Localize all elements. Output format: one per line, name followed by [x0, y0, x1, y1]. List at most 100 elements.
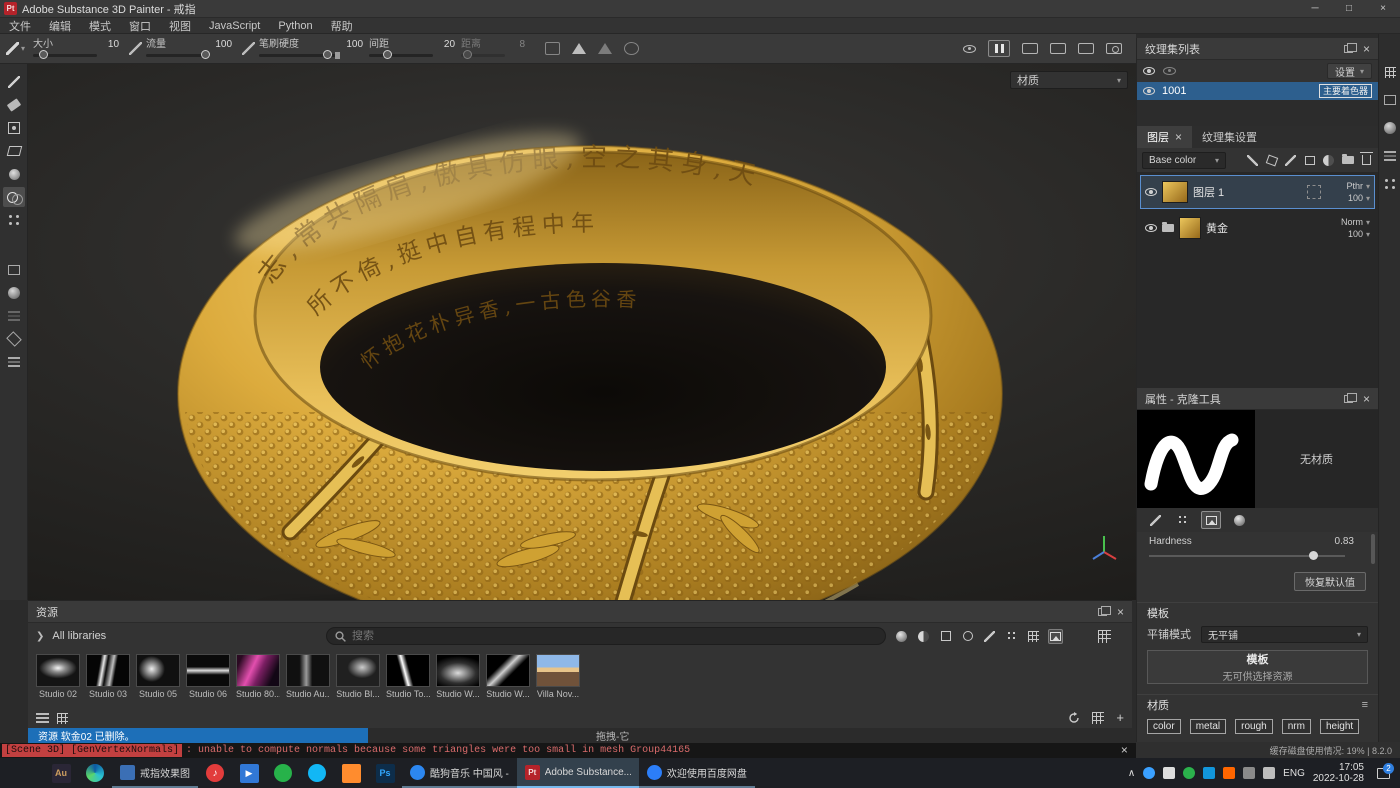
layer-row[interactable]: 图层 1 Pthr▾ 100▾ [1140, 175, 1375, 209]
dock-plugins-icon[interactable] [1382, 176, 1398, 192]
asset-item[interactable]: Studio 03 [86, 654, 130, 699]
small-grid-icon[interactable] [57, 713, 68, 724]
viewport-shading-dropdown[interactable]: 材质 ▾ [1010, 71, 1128, 89]
visibility-toggle-icon[interactable] [963, 45, 976, 53]
taskbar-window-painter[interactable]: Pt Adobe Substance... [517, 758, 639, 788]
polygon-fill-tool-icon[interactable] [3, 141, 25, 161]
material-sphere-icon[interactable] [3, 283, 25, 303]
maximize-button[interactable]: □ [1332, 0, 1366, 18]
add-paint-layer-icon[interactable] [1284, 154, 1297, 167]
eraser-tool-icon[interactable] [3, 95, 25, 115]
language-indicator[interactable]: ENG [1283, 768, 1305, 779]
particles-tool-icon[interactable] [3, 210, 25, 230]
eye-icon[interactable] [1143, 87, 1155, 95]
netease-music-icon[interactable]: ♪ [198, 758, 232, 788]
volume-icon[interactable] [1263, 767, 1275, 779]
environment-thumbnail[interactable] [136, 654, 180, 687]
pause-engine-button[interactable] [988, 40, 1010, 57]
stroke-curve-icon[interactable] [545, 42, 560, 55]
dock-shelf-icon[interactable] [1382, 92, 1398, 108]
close-panel-icon[interactable]: × [1117, 607, 1124, 617]
scrollbar[interactable] [1371, 534, 1375, 564]
asset-item[interactable]: Villa Nov... [536, 654, 580, 699]
add-asset-icon[interactable]: + [1116, 712, 1124, 724]
texture-set-settings-button[interactable]: 设置 ▾ [1327, 63, 1372, 79]
menu-python[interactable]: Python [269, 20, 321, 32]
menu-javascript[interactable]: JavaScript [200, 20, 269, 32]
taskbar-window-baidu[interactable]: 欢迎使用百度网盘 [639, 758, 755, 788]
viewport-layout-icon[interactable] [1078, 43, 1094, 54]
audition-icon[interactable]: Au [44, 758, 78, 788]
environment-thumbnail[interactable] [236, 654, 280, 687]
orange-app-icon[interactable] [334, 758, 368, 788]
channel-nrm-toggle[interactable]: nrm [1282, 719, 1311, 734]
filter-alphas-icon[interactable] [1004, 629, 1019, 644]
flow-slider-knob[interactable] [201, 50, 210, 59]
asset-search[interactable] [326, 627, 886, 645]
mask-placeholder-icon[interactable] [1307, 185, 1321, 199]
tray-expand-icon[interactable]: ∧ [1128, 768, 1135, 779]
environment-thumbnail[interactable] [336, 654, 380, 687]
axis-gizmo[interactable] [1088, 532, 1122, 566]
photoshop-icon[interactable]: Ps [368, 758, 402, 788]
texture-set-row[interactable]: 1001 主要着色器 [1137, 82, 1378, 100]
layer-opacity[interactable]: 100 [1348, 193, 1363, 203]
undock-panel-icon[interactable] [1344, 395, 1353, 403]
menu-help[interactable]: 帮助 [322, 18, 362, 34]
projection-tool-icon[interactable] [3, 118, 25, 138]
taskbar-clock[interactable]: 17:05 2022-10-28 [1313, 762, 1364, 784]
tray-icon-1[interactable] [1143, 767, 1155, 779]
alpha-tab-icon[interactable] [1173, 511, 1193, 529]
stencil-tab-icon[interactable] [1201, 511, 1221, 529]
size-slider-knob[interactable] [39, 50, 48, 59]
hardness-slider[interactable] [259, 54, 339, 57]
filter-materials-icon[interactable] [894, 629, 909, 644]
dock-grid-icon[interactable] [1382, 64, 1398, 80]
filter-brushes-icon[interactable] [982, 629, 997, 644]
hardness-property-slider[interactable] [1149, 555, 1345, 557]
filter-filters-icon[interactable] [960, 629, 975, 644]
lazy-mouse-icon[interactable] [624, 42, 639, 55]
spacing-slider[interactable] [369, 54, 433, 57]
material-tab-icon[interactable] [1229, 511, 1249, 529]
channel-filter-icon[interactable]: ≡ [1362, 699, 1368, 711]
thumbnail-size-icon[interactable] [1092, 712, 1104, 724]
tray-icon-2[interactable] [1163, 767, 1175, 779]
chat-app-icon[interactable] [300, 758, 334, 788]
filter-smart-materials-icon[interactable] [916, 629, 931, 644]
properties-scroll-area[interactable]: Hardness 0.83 [1137, 532, 1378, 570]
asset-item[interactable]: Studio 05 [136, 654, 180, 699]
reset-defaults-button[interactable]: 恢复默认值 [1294, 572, 1366, 591]
display-mode-icon[interactable] [1022, 43, 1038, 54]
tiling-dropdown[interactable]: 无平铺 ▾ [1201, 626, 1368, 643]
layer-thumbnail[interactable] [1162, 181, 1188, 203]
minimize-button[interactable]: ─ [1298, 0, 1332, 18]
layer-opacity[interactable]: 100 [1348, 229, 1363, 239]
menu-view[interactable]: 视图 [160, 18, 200, 34]
layer-row[interactable]: 黄金 Norm▾ 100▾ [1140, 211, 1375, 245]
channel-dropdown[interactable]: Base color ▾ [1142, 152, 1226, 169]
environment-thumbnail[interactable] [36, 654, 80, 687]
environment-thumbnail[interactable] [186, 654, 230, 687]
dock-display-icon[interactable] [1382, 120, 1398, 136]
visibility-filter-icon[interactable] [1143, 67, 1155, 75]
stencil-icon[interactable] [3, 306, 25, 326]
menu-window[interactable]: 窗口 [120, 18, 160, 34]
environment-thumbnail[interactable] [386, 654, 430, 687]
hardness-property-knob[interactable] [1309, 551, 1318, 560]
tray-icon-3[interactable] [1183, 767, 1195, 779]
asset-item[interactable]: Studio W... [436, 654, 480, 699]
paint-tool-icon[interactable] [3, 72, 25, 92]
tab-layers[interactable]: 图层 × [1137, 126, 1192, 148]
brush-tab-icon[interactable] [1145, 511, 1165, 529]
tray-icon-5[interactable] [1223, 767, 1235, 779]
brush-preset-button[interactable]: ▾ [6, 42, 25, 55]
edge-icon[interactable] [78, 758, 112, 788]
filter-environments-icon[interactable] [1048, 629, 1063, 644]
list-view-icon[interactable] [36, 713, 49, 724]
delete-layer-icon[interactable] [1360, 154, 1373, 167]
network-icon[interactable] [1243, 767, 1255, 779]
taskbar-window-explorer[interactable]: 戒指效果图 [112, 758, 198, 788]
environment-thumbnail[interactable] [536, 654, 580, 687]
channel-height-toggle[interactable]: height [1320, 719, 1359, 734]
